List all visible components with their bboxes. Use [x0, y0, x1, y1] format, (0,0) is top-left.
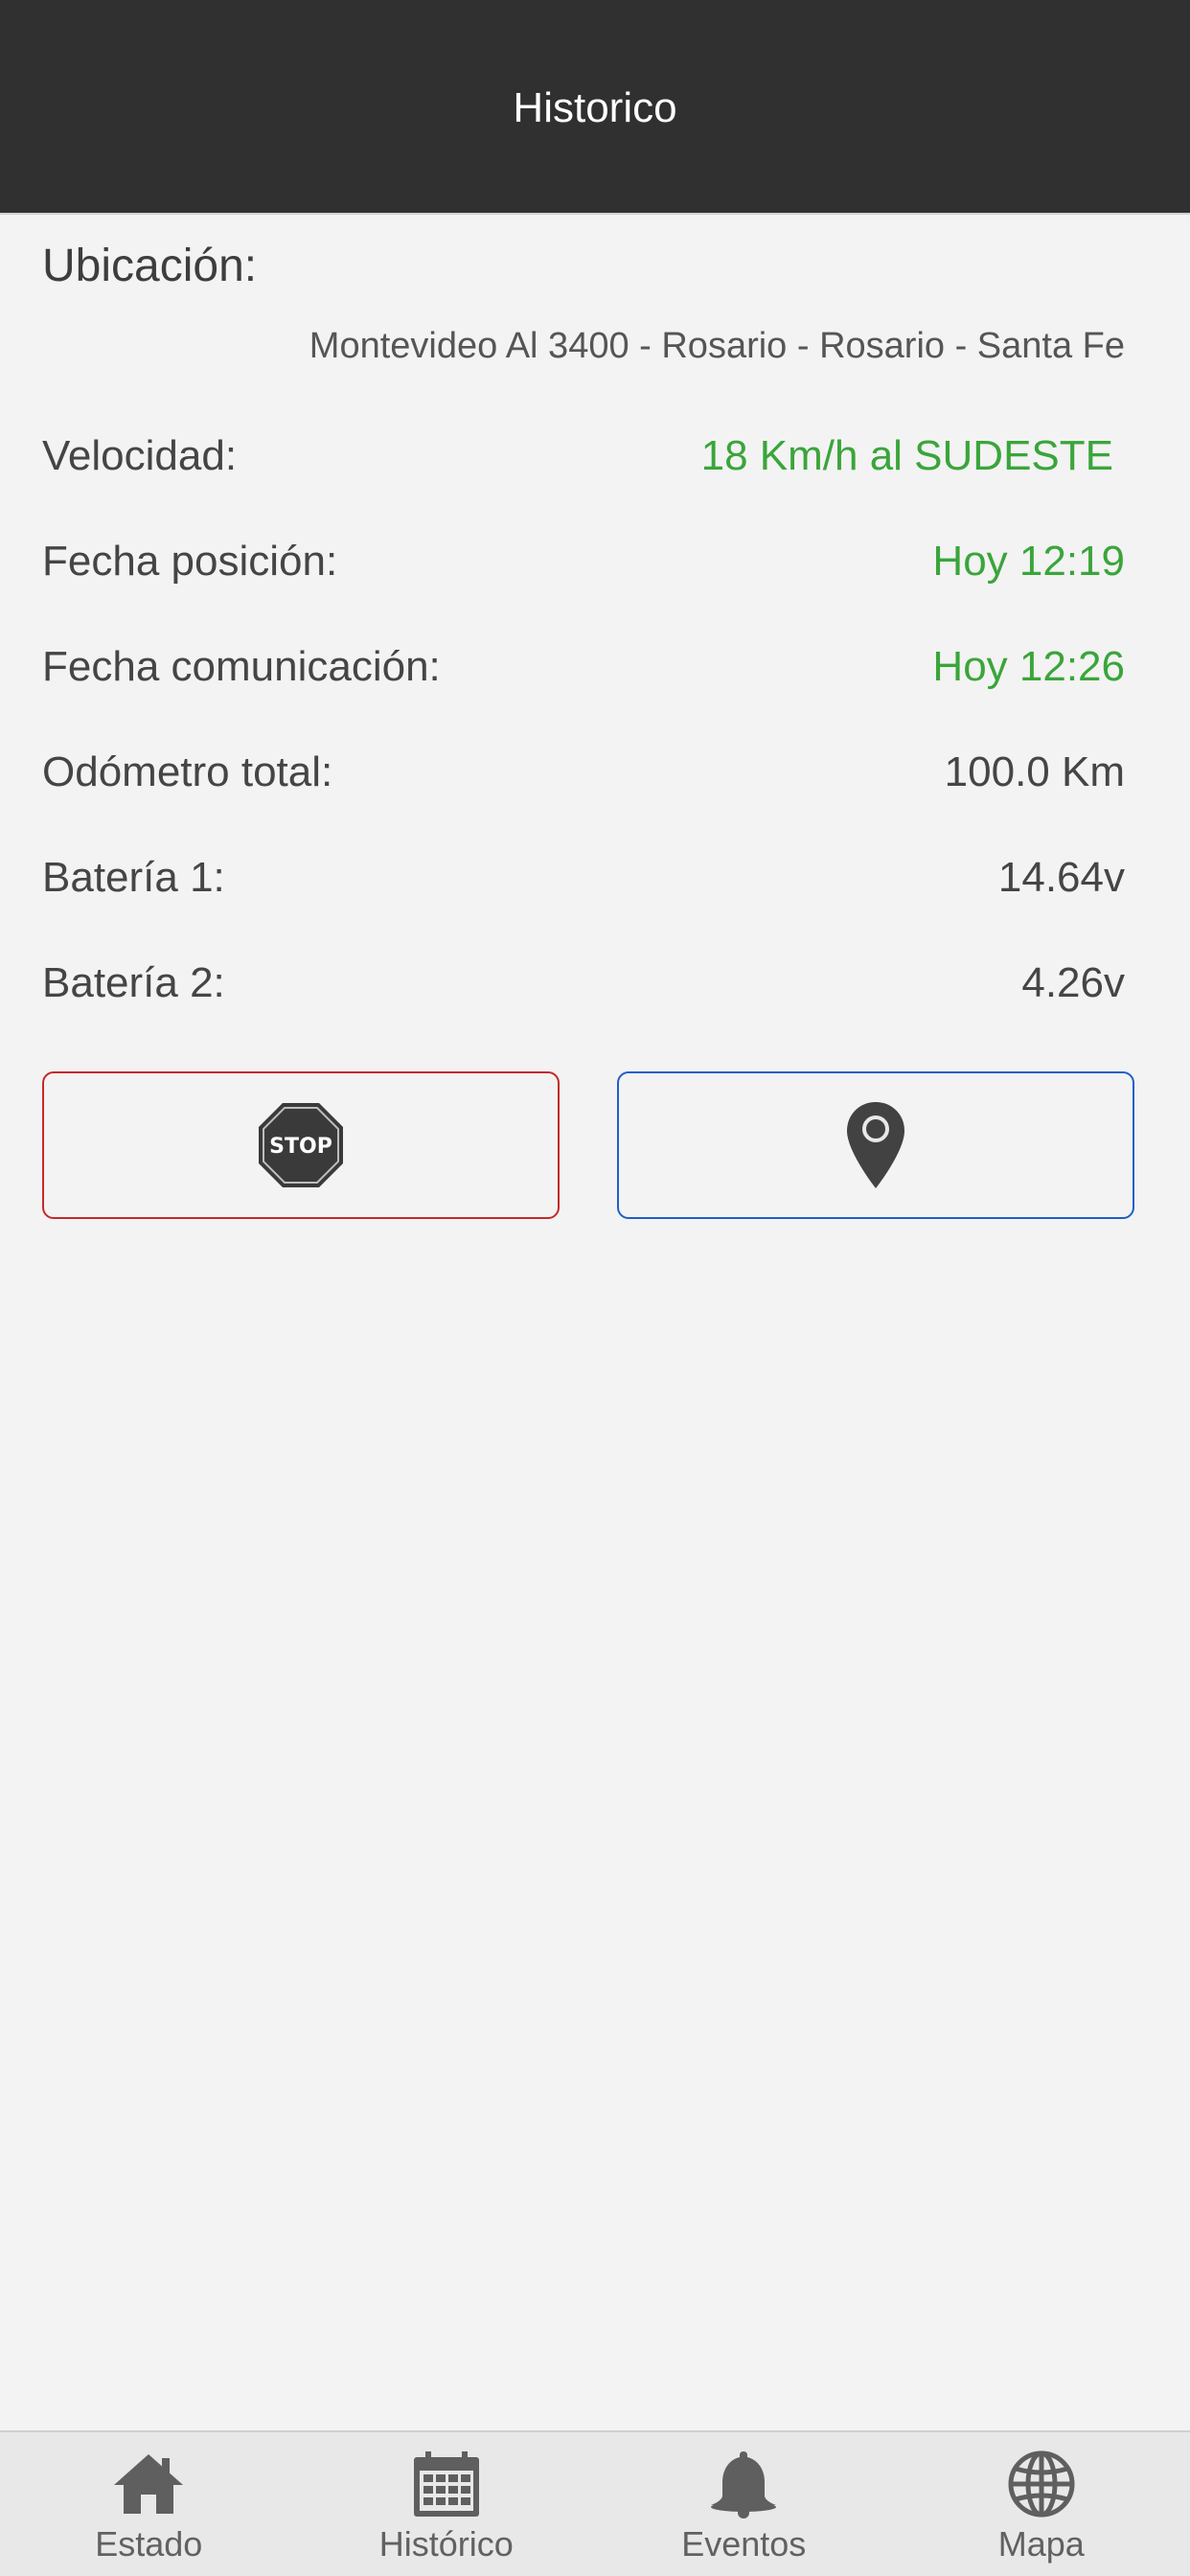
- stop-sign-icon: STOP: [259, 1103, 343, 1187]
- top-app-bar: Historico: [0, 0, 1190, 215]
- odometer-value: 100.0 Km: [944, 748, 1125, 795]
- home-icon: [114, 2454, 184, 2514]
- locate-button[interactable]: [617, 1071, 1134, 1219]
- battery-1-row: Batería 1: 14.64v: [42, 849, 1125, 907]
- communication-date-value: Hoy 12:26: [932, 643, 1125, 690]
- app-screen: Historico Ubicación: Montevideo Al 3400 …: [0, 0, 1190, 2576]
- communication-date-row: Fecha comunicación: Hoy 12:26: [42, 638, 1125, 696]
- page-title: Historico: [513, 84, 677, 131]
- location-label: Ubicación:: [42, 241, 258, 291]
- stop-sign-text: STOP: [269, 1135, 332, 1159]
- nav-label-mapa: Mapa: [997, 2524, 1085, 2564]
- odometer-row: Odómetro total: 100.0 Km: [42, 744, 1125, 801]
- nav-item-eventos[interactable]: Eventos: [595, 2432, 893, 2576]
- position-date-label: Fecha posición:: [42, 538, 338, 585]
- battery-2-label: Batería 2:: [42, 959, 225, 1006]
- bell-icon: [711, 2451, 777, 2518]
- odometer-label: Odómetro total:: [42, 748, 333, 795]
- nav-label-historico: Histórico: [378, 2524, 514, 2564]
- battery-1-label: Batería 1:: [42, 854, 225, 901]
- map-pin-icon: [847, 1102, 904, 1188]
- position-date-row: Fecha posición: Hoy 12:19: [42, 533, 1125, 590]
- stop-button[interactable]: STOP: [42, 1071, 560, 1219]
- calendar-icon: [413, 2451, 479, 2517]
- nav-item-mapa[interactable]: Mapa: [893, 2432, 1190, 2576]
- battery-1-value: 14.64v: [997, 854, 1125, 901]
- speed-value: 18 Km/h al SUDESTE: [700, 432, 1113, 479]
- location-value: Montevideo Al 3400 - Rosario - Rosario -…: [309, 326, 1125, 366]
- speed-label: Velocidad:: [42, 432, 238, 479]
- nav-item-estado[interactable]: Estado: [0, 2432, 298, 2576]
- globe-icon: [1008, 2450, 1075, 2518]
- battery-2-value: 4.26v: [1021, 959, 1125, 1006]
- communication-date-label: Fecha comunicación:: [42, 643, 441, 690]
- nav-label-estado: Estado: [95, 2524, 203, 2564]
- speed-row: Velocidad: 18 Km/h al SUDESTE: [42, 427, 1125, 485]
- position-date-value: Hoy 12:19: [932, 538, 1125, 585]
- nav-label-eventos: Eventos: [681, 2524, 807, 2564]
- battery-2-row: Batería 2: 4.26v: [42, 954, 1125, 1012]
- nav-item-historico[interactable]: Histórico: [298, 2432, 596, 2576]
- bottom-navigation: Estado Histórico Eventos Mapa: [0, 2430, 1190, 2576]
